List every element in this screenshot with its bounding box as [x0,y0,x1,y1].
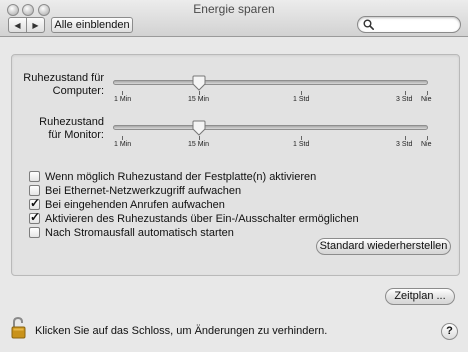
tick-mark [199,91,200,95]
forward-arrow-icon: ▶ [32,20,39,30]
help-button[interactable]: ? [441,323,458,340]
call-wake-checkbox[interactable]: ✓ [29,196,41,210]
checkbox-label: Aktivieren des Ruhezustands über Ein-/Au… [45,212,359,225]
schedule-button[interactable]: Zeitplan ... [385,288,455,305]
checkmark-icon: ✓ [30,210,41,224]
disk-sleep-checkbox[interactable] [29,171,40,182]
checkbox-row-disk-sleep[interactable]: Wenn möglich Ruhezustand der Festplatte(… [29,170,316,183]
forward-button[interactable]: ▶ [27,18,44,32]
monitor-sleep-slider-track[interactable] [113,125,428,130]
monitor-sleep-label: Ruhezustand für Monitor: [39,116,104,141]
checkbox-label: Bei Ethernet-Netzwerkzugriff aufwachen [45,184,242,197]
show-all-button[interactable]: Alle einblenden [51,17,133,33]
back-button[interactable]: ◀ [9,18,27,32]
tick-label: 1 Min [114,141,132,148]
unlocked-padlock-icon[interactable] [11,317,27,339]
checkbox-row-call-wake[interactable]: ✓ Bei eingehenden Anrufen aufwachen [29,196,225,211]
checkmark-icon: ✓ [30,196,41,210]
tick-label: Nie [421,96,432,103]
tick-label: 1 Std [293,141,310,148]
restore-defaults-button[interactable]: Standard wiederherstellen [316,238,451,255]
search-field[interactable] [357,16,461,33]
computer-sleep-slider-knob[interactable] [192,75,206,91]
tick-mark [427,91,428,95]
power-button-sleep-checkbox[interactable]: ✓ [29,210,41,224]
checkbox-row-restart-after-power-failure[interactable]: Nach Stromausfall automatisch starten [29,226,234,239]
checkbox-label: Wenn möglich Ruhezustand der Festplatte(… [45,170,317,183]
computer-sleep-label: Ruhezustand für Computer: [23,72,104,97]
checkbox-row-power-button-sleep[interactable]: ✓ Aktivieren des Ruhezustands über Ein-/… [29,210,359,225]
computer-sleep-slider-track[interactable] [113,80,428,85]
tick-label: 3 Std [396,141,413,148]
tick-label: 15 Min [188,96,210,103]
tick-label: 15 Min [188,141,210,148]
tick-mark [405,136,406,140]
restart-after-power-failure-checkbox[interactable] [29,227,40,238]
tick-mark [122,91,123,95]
tick-mark [301,91,302,95]
tick-mark [122,136,123,140]
checkbox-label: Bei eingehenden Anrufen aufwachen [45,198,225,211]
lock-hint-text: Klicken Sie auf das Schloss, um Änderung… [35,325,328,337]
monitor-sleep-slider-knob[interactable] [192,120,206,136]
tick-label: 1 Std [293,96,310,103]
back-arrow-icon: ◀ [14,20,21,30]
window-title: Energie sparen [193,2,275,16]
tick-mark [405,91,406,95]
checkbox-label: Nach Stromausfall automatisch starten [45,226,234,239]
tick-label: 1 Min [114,96,132,103]
tick-mark [301,136,302,140]
tick-mark [199,136,200,140]
tick-mark [427,136,428,140]
preferences-window: Energie sparen ◀ ▶ Alle einblenden Ruhez… [0,0,468,352]
checkbox-row-ethernet-wake[interactable]: Bei Ethernet-Netzwerkzugriff aufwachen [29,184,241,197]
tick-label: 3 Std [396,96,413,103]
back-forward-control: ◀ ▶ [8,17,45,33]
tick-label: Nie [421,141,432,148]
ethernet-wake-checkbox[interactable] [29,185,40,196]
search-icon [363,19,374,30]
title-bar: Energie sparen ◀ ▶ Alle einblenden [0,0,468,37]
